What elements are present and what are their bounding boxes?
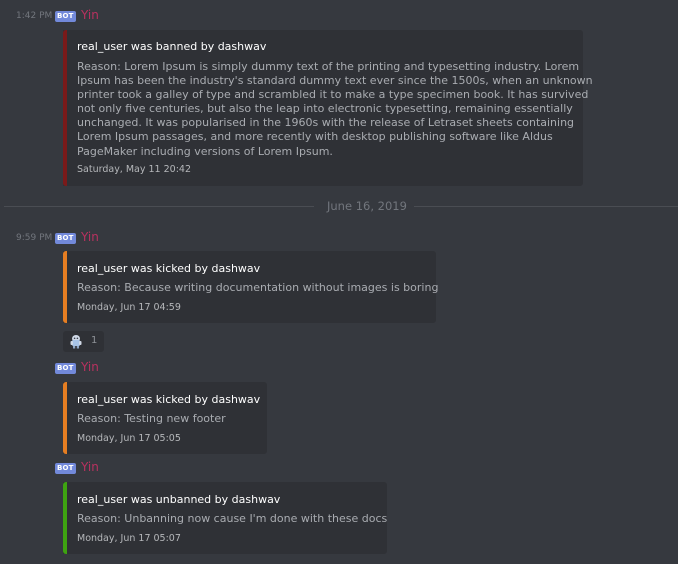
- bot-tag: BOT: [55, 11, 76, 22]
- embed-kick: real_user was kicked by dashwav Reason: …: [63, 382, 267, 454]
- embed-description-line: unchanged. It was popularised in the 196…: [77, 116, 575, 130]
- embed-footer: Saturday, May 11 20:42: [77, 164, 191, 175]
- embed-footer: Monday, Jun 17 04:59: [77, 302, 181, 313]
- embed-title: real_user was kicked by dashwav: [77, 393, 261, 406]
- divider-line-right: [414, 206, 678, 207]
- embed-description-line: PageMaker including versions of Lorem Ip…: [77, 144, 333, 158]
- author-name[interactable]: Yin: [81, 8, 99, 22]
- embed-accent-bar: [63, 482, 67, 554]
- embed-description: Reason: Because writing documentation wi…: [77, 281, 439, 294]
- bot-tag: BOT: [55, 233, 76, 244]
- embed-accent-bar: [63, 251, 67, 323]
- message-timestamp[interactable]: 9:59 PM: [16, 233, 52, 243]
- author-name[interactable]: Yin: [81, 230, 99, 244]
- author-name[interactable]: Yin: [81, 460, 99, 474]
- divider-line-left: [4, 206, 314, 207]
- embed-description: Reason: Testing new footer: [77, 412, 226, 425]
- embed-description-line: Ipsum has been the industry's standard d…: [77, 74, 593, 88]
- embed-title: real_user was banned by dashwav: [77, 40, 267, 53]
- embed-description-line: printer took a galley of type and scramb…: [77, 88, 589, 102]
- divider-date: June 16, 2019: [327, 199, 407, 213]
- embed-kick: real_user was kicked by dashwav Reason: …: [63, 251, 439, 323]
- embed-description-line: Reason: Lorem Ipsum is simply dummy text…: [77, 60, 580, 73]
- embed-title: real_user was unbanned by dashwav: [77, 493, 281, 506]
- embed-footer: Monday, Jun 17 05:05: [77, 433, 181, 444]
- embed-description-line: Lorem Ipsum passages, and more recently …: [77, 130, 553, 144]
- embed-description: Reason: Lorem Ipsum is simply dummy text…: [77, 60, 593, 159]
- embed-title: real_user was kicked by dashwav: [77, 262, 261, 275]
- embed-description: Reason: Unbanning now cause I'm done wit…: [77, 512, 388, 525]
- embed-description-line: not only five centuries, but also the le…: [77, 102, 573, 116]
- embed-accent-bar: [63, 382, 67, 454]
- reaction-button[interactable]: 1: [63, 331, 104, 352]
- bot-tag: BOT: [55, 363, 76, 374]
- reaction-count: 1: [91, 335, 98, 346]
- embed-accent-bar: [63, 30, 67, 186]
- author-name[interactable]: Yin: [81, 360, 99, 374]
- emoji-icon: [69, 334, 83, 349]
- embed-ban: real_user was banned by dashwav Reason: …: [63, 30, 593, 186]
- bot-tag: BOT: [55, 463, 76, 474]
- message-timestamp[interactable]: 1:42 PM: [16, 11, 52, 21]
- embed-unban: real_user was unbanned by dashwav Reason…: [63, 482, 387, 554]
- embed-footer: Monday, Jun 17 05:07: [77, 533, 181, 544]
